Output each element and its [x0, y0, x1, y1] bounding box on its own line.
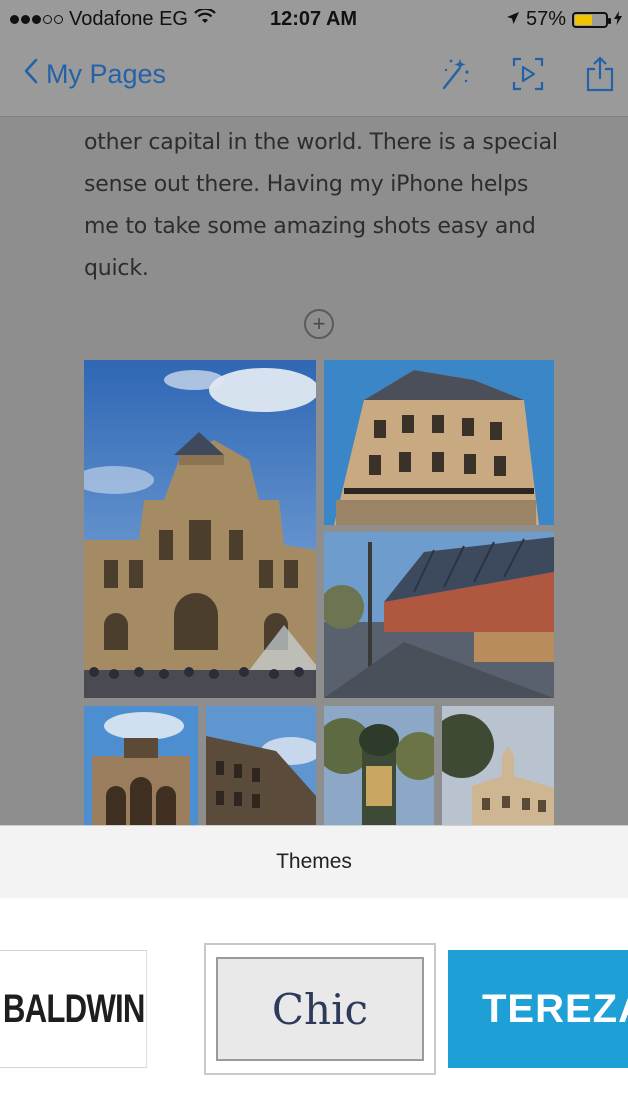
battery-icon [572, 11, 611, 28]
charging-icon [614, 8, 622, 31]
screen: Vodafone EG 12:07 AM 57% My Pages other … [0, 0, 628, 1113]
photo-image [324, 360, 554, 525]
share-icon[interactable] [586, 56, 614, 92]
back-button[interactable]: My Pages [24, 58, 166, 91]
add-content-button[interactable]: + [304, 309, 334, 339]
nav-actions [440, 56, 614, 92]
theme-name: Chic [271, 984, 369, 1034]
signal-strength-icon [10, 15, 63, 24]
theme-baldwin[interactable]: BALDWIN [0, 950, 148, 1068]
photo-image [442, 706, 554, 825]
photo-louvre-facade[interactable] [84, 360, 316, 698]
photo-morris-column[interactable] [324, 706, 434, 825]
photo-street-canopy[interactable] [324, 532, 554, 698]
themes-carousel: BALDWIN Chic TEREZA [0, 898, 628, 1113]
theme-name: BALDWIN [2, 986, 146, 1031]
photo-louvre-wing[interactable] [206, 706, 316, 825]
theme-chic[interactable]: Chic [204, 943, 436, 1075]
photo-image [324, 532, 554, 698]
carrier-label: Vodafone EG [69, 8, 188, 30]
plus-icon: + [312, 311, 326, 336]
theme-chic-preview: Chic [216, 957, 424, 1061]
photo-paris-building[interactable] [324, 360, 554, 525]
photo-image [206, 706, 316, 825]
status-right: 57% [506, 8, 622, 31]
photo-image [84, 360, 316, 698]
theme-name: TEREZA [482, 986, 628, 1031]
photo-arc-carrousel[interactable] [84, 706, 198, 825]
magic-wand-icon[interactable] [440, 57, 470, 91]
photo-image [324, 706, 434, 825]
status-bar: Vodafone EG 12:07 AM 57% [0, 0, 628, 38]
themes-title: Themes [276, 850, 352, 873]
photo-historic-building[interactable] [442, 706, 554, 825]
location-arrow-icon [506, 8, 520, 31]
clock: 12:07 AM [270, 8, 358, 30]
text-line: me to take some amazing shots easy and [84, 214, 536, 239]
theme-tereza[interactable]: TEREZA [448, 950, 628, 1068]
play-icon[interactable] [512, 57, 544, 91]
text-line: sense out there. Having my iPhone helps [84, 172, 529, 197]
back-label: My Pages [46, 59, 167, 89]
status-left: Vodafone EG [10, 7, 216, 31]
page-text: other capital in the world. There is a s… [84, 122, 564, 290]
battery-percent: 57% [525, 8, 566, 30]
text-line: other capital in the world. There is a s… [84, 130, 558, 155]
wifi-icon [194, 7, 216, 31]
themes-sheet-header: Themes [0, 825, 628, 899]
text-line: quick. [84, 256, 149, 281]
chevron-left-icon [24, 58, 38, 91]
photo-image [84, 706, 198, 825]
navigation-bar: My Pages [0, 38, 628, 117]
